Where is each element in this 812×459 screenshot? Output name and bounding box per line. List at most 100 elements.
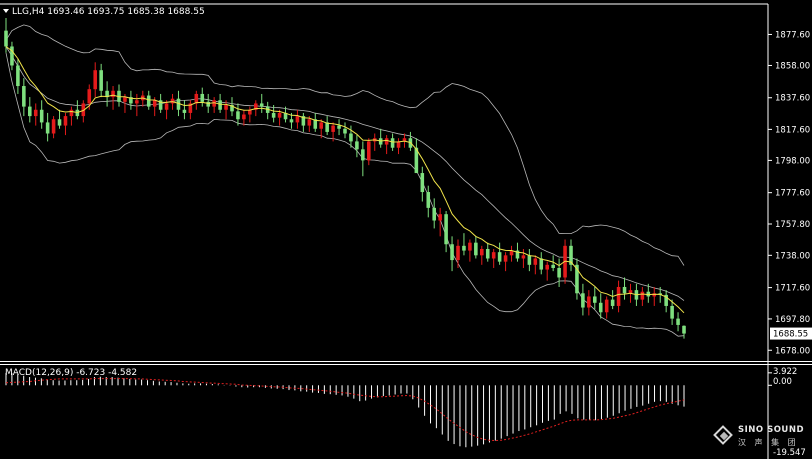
price-tick-label: 1678.00	[775, 346, 810, 356]
moving-average	[5, 46, 685, 314]
candle-body	[170, 98, 175, 104]
candle-body	[218, 100, 222, 110]
candle-body	[604, 299, 609, 313]
candle	[242, 109, 246, 126]
candle	[575, 258, 579, 300]
candle-body	[491, 252, 496, 259]
candle-body	[289, 119, 294, 123]
macd-tick-top: 3.922	[773, 367, 797, 377]
candle-body	[485, 248, 490, 259]
price-tick-label: 1717.60	[775, 284, 810, 294]
candle	[557, 258, 561, 287]
candle	[158, 93, 163, 113]
candle-body	[480, 248, 484, 256]
candle-body	[545, 264, 549, 270]
candle-body	[206, 101, 210, 107]
candle-body	[616, 286, 621, 306]
candle	[503, 252, 508, 272]
candle	[164, 100, 169, 120]
candle	[45, 112, 50, 142]
chart-header[interactable]: LLG,H4 1693.46 1693.75 1685.38 1688.55	[3, 7, 205, 17]
triangle-down-icon[interactable]	[3, 9, 9, 13]
candle	[361, 141, 365, 177]
candle-body	[551, 264, 555, 268]
candle-body	[676, 318, 680, 325]
candle-body	[111, 90, 115, 98]
candle-body	[432, 207, 436, 221]
candle	[539, 252, 544, 275]
chart-canvas: 1877.60 1858.00 1837.60 1817.60 1798.00 1777.…	[0, 3, 812, 459]
candle	[200, 87, 205, 107]
symbol-info: LLG,H4 1693.46 1693.75 1685.38 1688.55	[12, 7, 205, 17]
candle	[593, 286, 597, 310]
candle	[432, 198, 436, 229]
candle-body	[474, 242, 478, 256]
candle	[111, 86, 115, 110]
candle-body	[242, 114, 246, 120]
candle-body	[22, 86, 26, 107]
last-price-label: 1688.55	[773, 330, 808, 340]
candle	[69, 106, 74, 126]
candle-body	[450, 244, 454, 261]
candle-body	[384, 138, 389, 145]
price-tick-label: 1817.60	[775, 125, 810, 135]
candle	[248, 106, 252, 123]
candle	[545, 261, 549, 281]
macd-tick-zero: 0.00	[773, 377, 792, 387]
candle-body	[456, 245, 460, 261]
candle	[325, 116, 329, 136]
candle	[355, 135, 359, 158]
candle	[491, 248, 496, 268]
candle-body	[337, 125, 341, 129]
candle	[533, 255, 538, 275]
candle-body	[598, 302, 603, 313]
candle	[367, 138, 371, 166]
price-tick-label: 1837.60	[775, 94, 810, 104]
candle	[664, 290, 668, 313]
candle	[414, 138, 419, 174]
candle	[682, 325, 686, 339]
price-tick-label: 1757.80	[775, 220, 810, 230]
candle-body	[503, 255, 508, 262]
candle-body	[539, 258, 544, 270]
candle	[212, 97, 216, 113]
candle-body	[259, 103, 264, 107]
candle	[468, 239, 472, 262]
chart-frame	[0, 3, 812, 459]
candle	[420, 166, 425, 202]
candle	[135, 93, 139, 117]
price-axis: 1877.60 1858.00 1837.60 1817.60 1798.00 1777.…	[768, 30, 812, 356]
candle	[117, 84, 121, 107]
bollinger-upper	[5, 24, 685, 266]
macd-signal-line	[5, 378, 685, 442]
candle	[485, 242, 490, 262]
candle	[456, 239, 460, 268]
candle	[450, 236, 454, 272]
candle-body	[390, 138, 395, 148]
price-tick-label: 1877.60	[775, 30, 810, 40]
candle-body	[146, 95, 151, 107]
candle-body	[182, 109, 187, 113]
candle-body	[640, 291, 645, 300]
candle-body	[521, 255, 526, 259]
candle	[521, 248, 526, 268]
candle	[384, 135, 389, 155]
logo-name: SINO SOUND	[738, 425, 805, 435]
candle-body	[319, 122, 323, 129]
candle	[39, 100, 44, 129]
candle-body	[69, 109, 74, 117]
candle	[28, 97, 32, 123]
candle	[652, 286, 657, 306]
candle	[474, 236, 478, 259]
candle-body	[622, 286, 627, 294]
price-tick-label: 1798.00	[775, 156, 810, 166]
candle-body	[527, 255, 532, 265]
candle	[301, 112, 306, 132]
candle	[313, 112, 318, 132]
candle	[337, 119, 341, 136]
candle-body	[367, 141, 371, 161]
candle	[343, 122, 347, 139]
candle-body	[135, 100, 139, 104]
candle-body	[4, 30, 8, 47]
candle-body	[16, 65, 20, 87]
